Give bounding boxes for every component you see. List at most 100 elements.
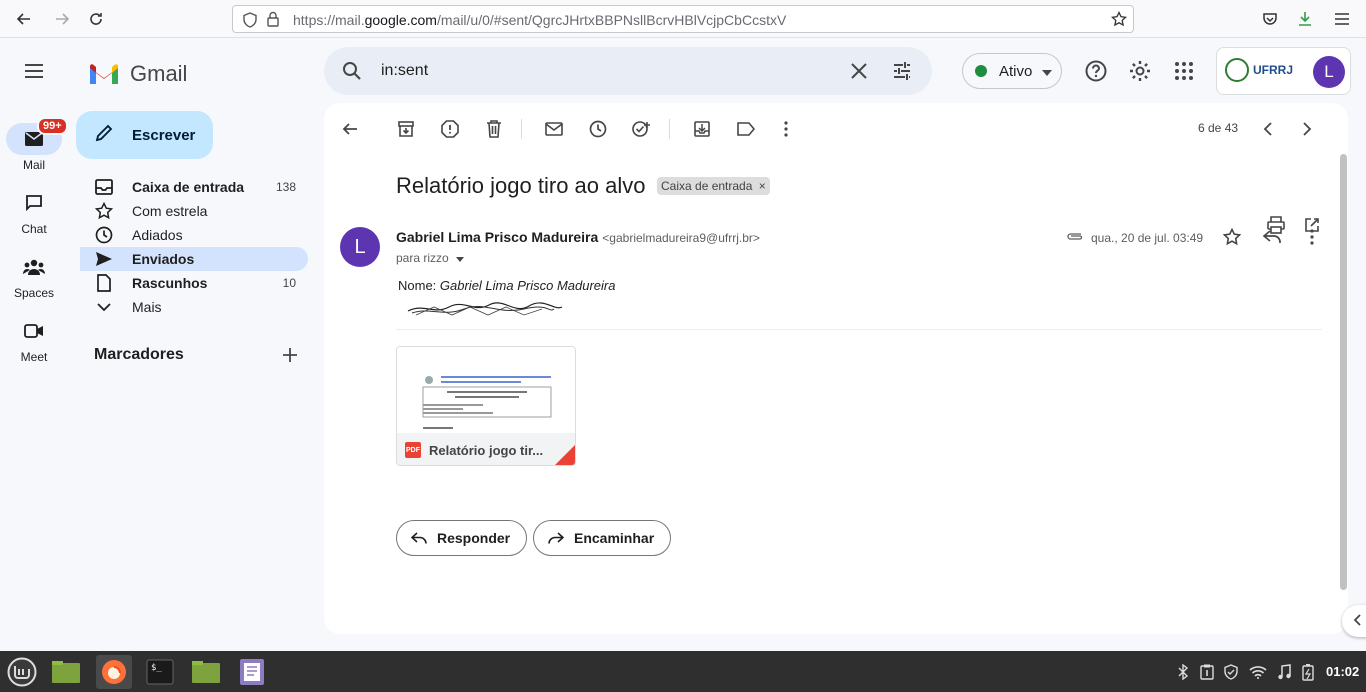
message-body-line: Nome: Gabriel Lima Prisco Madureira: [398, 278, 615, 293]
bluetooth-icon[interactable]: [1174, 663, 1192, 681]
wifi-icon[interactable]: [1249, 663, 1267, 681]
label-tag-icon[interactable]: [734, 117, 758, 141]
clear-search-icon[interactable]: [850, 62, 868, 83]
lock-icon[interactable]: [267, 11, 279, 30]
message-more-icon[interactable]: [1300, 225, 1324, 249]
side-panel-toggle[interactable]: [1342, 605, 1366, 637]
forward-arrow-icon[interactable]: [50, 7, 74, 31]
mint-menu-icon[interactable]: [4, 655, 40, 689]
firefox-app-icon[interactable]: [96, 655, 132, 689]
chevron-down-icon: [94, 297, 114, 317]
labels-heading: Marcadores: [94, 346, 184, 363]
snooze-clock-icon[interactable]: [586, 117, 610, 141]
reload-icon[interactable]: [84, 7, 108, 31]
add-label-icon[interactable]: [280, 345, 300, 368]
clipboard-icon[interactable]: [1198, 663, 1216, 681]
compose-button[interactable]: Escrever: [76, 111, 213, 159]
music-note-icon[interactable]: [1275, 663, 1293, 681]
sidebar-item-more[interactable]: Mais: [80, 295, 308, 319]
apps-grid-icon[interactable]: [1172, 59, 1196, 83]
older-chevron-icon[interactable]: [1295, 117, 1319, 141]
files-app-icon[interactable]: [188, 655, 224, 689]
gmail-wordmark: Gmail: [130, 61, 188, 86]
sidebar-item-snoozed[interactable]: Adiados: [80, 223, 308, 247]
trash-icon[interactable]: [482, 117, 506, 141]
org-logo: UFRRJ: [1225, 58, 1293, 82]
mark-unread-icon[interactable]: [542, 117, 566, 141]
chevron-down-icon: [1042, 63, 1053, 80]
app-menu-icon[interactable]: [1330, 7, 1354, 31]
inbox-label-chip[interactable]: Caixa de entrada ×: [657, 177, 770, 195]
reply-arrow-icon: [411, 532, 427, 544]
more-options-icon[interactable]: [774, 117, 798, 141]
add-task-icon[interactable]: [630, 117, 654, 141]
details-dropdown-icon[interactable]: [456, 251, 465, 265]
recipient-line[interactable]: para rizzo: [396, 251, 465, 265]
newer-chevron-icon[interactable]: [1256, 117, 1280, 141]
gmail-app: Gmail in:sent Ativo UFRRJ L 99+ Mail Cha…: [0, 39, 1366, 651]
sidebar-item-inbox[interactable]: Caixa de entrada 138: [80, 175, 308, 199]
url-bar[interactable]: https://mail.google.com/mail/u/0/#sent/Q…: [232, 5, 1134, 33]
sidebar-item-drafts[interactable]: Rascunhos 10: [80, 271, 308, 295]
chat-icon: [6, 187, 62, 219]
gmail-m-icon: [90, 64, 118, 84]
toolbar-divider: [669, 119, 670, 139]
system-clock[interactable]: 01:02: [1326, 664, 1359, 679]
search-input[interactable]: in:sent: [381, 62, 428, 80]
back-arrow-icon[interactable]: [12, 7, 36, 31]
shield-icon[interactable]: [243, 12, 257, 31]
archive-icon[interactable]: [394, 117, 418, 141]
drafts-count: 10: [282, 276, 296, 290]
search-options-icon[interactable]: [892, 61, 912, 84]
search-icon[interactable]: [342, 61, 362, 84]
forward-button[interactable]: Encaminhar: [533, 520, 672, 556]
inbox-count: 138: [275, 180, 296, 194]
rail-item-meet[interactable]: Meet: [0, 315, 68, 364]
rail-label-chat: Chat: [21, 222, 47, 236]
pocket-icon[interactable]: [1258, 7, 1282, 31]
reply-button[interactable]: Responder: [396, 520, 528, 556]
pdf-file-icon: PDF: [405, 442, 421, 458]
message-subject: Relatório jogo tiro ao alvo: [396, 173, 646, 198]
terminal-app-icon[interactable]: $_: [142, 655, 178, 689]
sender-name[interactable]: Gabriel Lima Prisco Madureira: [396, 229, 598, 245]
main-menu-icon[interactable]: [22, 59, 46, 86]
status-selector[interactable]: Ativo: [962, 53, 1062, 89]
message-date: qua., 20 de jul. 03:49: [1091, 231, 1204, 245]
star-message-icon[interactable]: [1220, 225, 1244, 249]
search-bar[interactable]: in:sent: [324, 47, 932, 95]
sidebar-item-starred[interactable]: Com estrela: [80, 199, 308, 223]
sidebar-label-drafts: Rascunhos: [132, 275, 208, 291]
gmail-logo[interactable]: Gmail: [88, 61, 187, 87]
account-avatar[interactable]: L: [1313, 56, 1345, 88]
help-icon[interactable]: [1084, 59, 1108, 83]
folder-app-icon[interactable]: [48, 655, 84, 689]
downloads-icon[interactable]: [1293, 7, 1317, 31]
draft-file-icon: [94, 273, 114, 293]
status-dot: [975, 65, 987, 77]
rail-item-chat[interactable]: Chat: [0, 187, 68, 236]
message-scrollbar[interactable]: [1340, 154, 1347, 590]
settings-gear-icon[interactable]: [1128, 59, 1152, 83]
account-button[interactable]: UFRRJ L: [1216, 47, 1351, 95]
battery-icon[interactable]: [1299, 663, 1317, 681]
text-editor-app-icon[interactable]: [234, 655, 270, 689]
sender-avatar[interactable]: L: [340, 227, 380, 267]
bookmark-star-icon[interactable]: [1110, 10, 1128, 30]
browser-toolbar: https://mail.google.com/mail/u/0/#sent/Q…: [0, 0, 1366, 38]
os-taskbar: $_ 01:02: [0, 651, 1366, 692]
report-spam-icon[interactable]: [438, 117, 462, 141]
reply-icon[interactable]: [1260, 225, 1284, 249]
shield-tray-icon[interactable]: [1222, 663, 1240, 681]
rail-label-spaces: Spaces: [13, 286, 55, 300]
sidebar-item-sent[interactable]: Enviados: [80, 247, 308, 271]
compose-label: Escrever: [132, 126, 196, 144]
rail-item-mail[interactable]: 99+ Mail: [0, 117, 68, 172]
org-seal-icon: [1225, 58, 1249, 82]
back-to-list-icon[interactable]: [338, 117, 362, 141]
handwritten-signature: [404, 297, 564, 322]
move-to-icon[interactable]: [690, 117, 714, 141]
remove-label-icon[interactable]: ×: [759, 179, 766, 193]
attachment-card[interactable]: PDF Relatório jogo tir...: [396, 346, 576, 466]
rail-item-spaces[interactable]: Spaces: [0, 251, 68, 300]
